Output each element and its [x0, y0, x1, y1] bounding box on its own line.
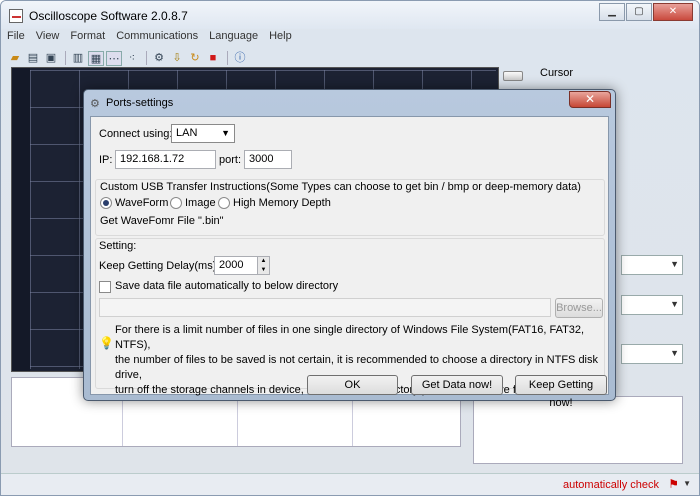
ports-settings-dialog: ⚙ Ports-settings ✕ Connect using: LAN IP… [83, 89, 616, 409]
delay-spinner[interactable]: ▲ ▼ [257, 256, 270, 275]
setting-label: Setting: [99, 240, 137, 252]
right-combo-3[interactable] [621, 344, 683, 364]
menu-communications[interactable]: Communications [116, 30, 198, 47]
right-combo-1[interactable] [621, 255, 683, 275]
connect-using-value: LAN [176, 127, 198, 139]
radio-image-label: Image [185, 197, 216, 209]
usb-group-label: Custom USB Transfer Instructions(Some Ty… [100, 181, 581, 193]
cursor-label: Cursor [540, 67, 574, 79]
menu-view[interactable]: View [36, 30, 60, 47]
auto-check-status[interactable]: automatically check [563, 479, 659, 491]
port-value: 3000 [249, 153, 274, 165]
radio-image[interactable]: Image [170, 197, 216, 209]
print-icon[interactable]: ▤ [25, 51, 41, 66]
radio-waveform-label: WaveForm [115, 197, 169, 209]
chevron-down-icon[interactable]: ▼ [683, 479, 691, 488]
save-data-checkbox[interactable] [99, 281, 111, 293]
get-data-button[interactable]: Get Data now! [411, 375, 503, 395]
keep-getting-button[interactable]: Keep Getting now! [515, 375, 607, 409]
save-data-label: Save data file automatically to below di… [115, 280, 339, 292]
radio-high-memory[interactable]: High Memory Depth [218, 197, 331, 209]
ip-label: IP: [99, 154, 113, 166]
app-icon [9, 9, 23, 23]
import-icon[interactable]: ⇩ [169, 51, 185, 66]
menu-format[interactable]: Format [70, 30, 105, 47]
stop-icon[interactable]: ■ [205, 51, 221, 66]
save-icon[interactable]: ▣ [43, 51, 59, 66]
title-bar: Oscilloscope Software 2.0.8.7 ▁ ▢ ✕ [1, 1, 699, 29]
grid-list-icon[interactable]: ▥ [70, 51, 86, 66]
delay-value: 2000 [219, 259, 244, 271]
dialog-title: Ports-settings [106, 97, 174, 109]
window-title: Oscilloscope Software 2.0.8.7 [29, 9, 188, 23]
port-label: port: [219, 154, 242, 166]
toolbar-separator [65, 51, 66, 65]
radio-high-memory-dot [218, 197, 230, 209]
dialog-body: Connect using: LAN IP: 192.168.1.72 port… [90, 116, 609, 409]
ip-value: 192.168.1.72 [120, 153, 185, 165]
file-hint: Get WaveFomr File ".bin" [100, 215, 224, 227]
open-folder-icon[interactable]: ▰ [7, 51, 23, 66]
refresh-icon[interactable]: ↻ [187, 51, 203, 66]
ip-input[interactable]: 192.168.1.72 [115, 150, 216, 169]
dialog-close-button[interactable]: ✕ [569, 91, 611, 108]
connect-icon[interactable]: ⁖ [124, 51, 140, 66]
window-controls: ▁ ▢ ✕ [598, 3, 693, 21]
dots-icon[interactable]: ⋯ [106, 50, 122, 66]
status-bar: automatically check ⚑ ▼ [1, 473, 699, 495]
connect-using-label: Connect using: [99, 128, 173, 140]
radio-high-memory-label: High Memory Depth [233, 197, 331, 209]
radio-waveform[interactable]: WaveForm [100, 197, 168, 209]
toolbar-separator-2 [146, 51, 147, 65]
connect-using-select[interactable]: LAN [171, 124, 235, 143]
maximize-button[interactable]: ▢ [626, 3, 652, 21]
notice-line-1: For there is a limit number of files in … [115, 324, 585, 351]
dialog-gear-icon: ⚙ [90, 98, 100, 110]
delay-label: Keep Getting Delay(ms): [99, 260, 220, 272]
radio-waveform-dot [100, 197, 112, 209]
grid-icon[interactable]: ▦ [88, 50, 104, 66]
menu-file[interactable]: File [7, 30, 25, 47]
radio-image-dot [170, 197, 182, 209]
browse-button[interactable]: Browse... [555, 298, 603, 318]
auto-check-icon[interactable]: ⚑ [668, 477, 679, 491]
ok-button[interactable]: OK [307, 375, 398, 395]
info-panel [473, 396, 683, 464]
right-combo-2[interactable] [621, 295, 683, 315]
lightbulb-icon: 💡 [99, 336, 114, 350]
menu-help[interactable]: Help [269, 30, 292, 47]
delay-input[interactable]: 2000 [214, 256, 258, 275]
scope-left-bar [12, 68, 30, 371]
menu-bar: File View Format Communications Language… [7, 30, 303, 47]
menu-language[interactable]: Language [209, 30, 258, 47]
cursor-slider[interactable] [503, 71, 523, 81]
directory-input[interactable] [99, 298, 551, 317]
toolbar-separator-3 [227, 51, 228, 65]
close-button[interactable]: ✕ [653, 3, 693, 21]
minimize-button[interactable]: ▁ [599, 3, 625, 21]
toolbar: ▰ ▤ ▣ ▥ ▦ ⋯ ⁖ ⚙ ⇩ ↻ ■ ⓘ [7, 49, 250, 67]
port-input[interactable]: 3000 [244, 150, 292, 169]
settings-icon[interactable]: ⚙ [151, 51, 167, 66]
help-icon[interactable]: ⓘ [232, 51, 248, 66]
